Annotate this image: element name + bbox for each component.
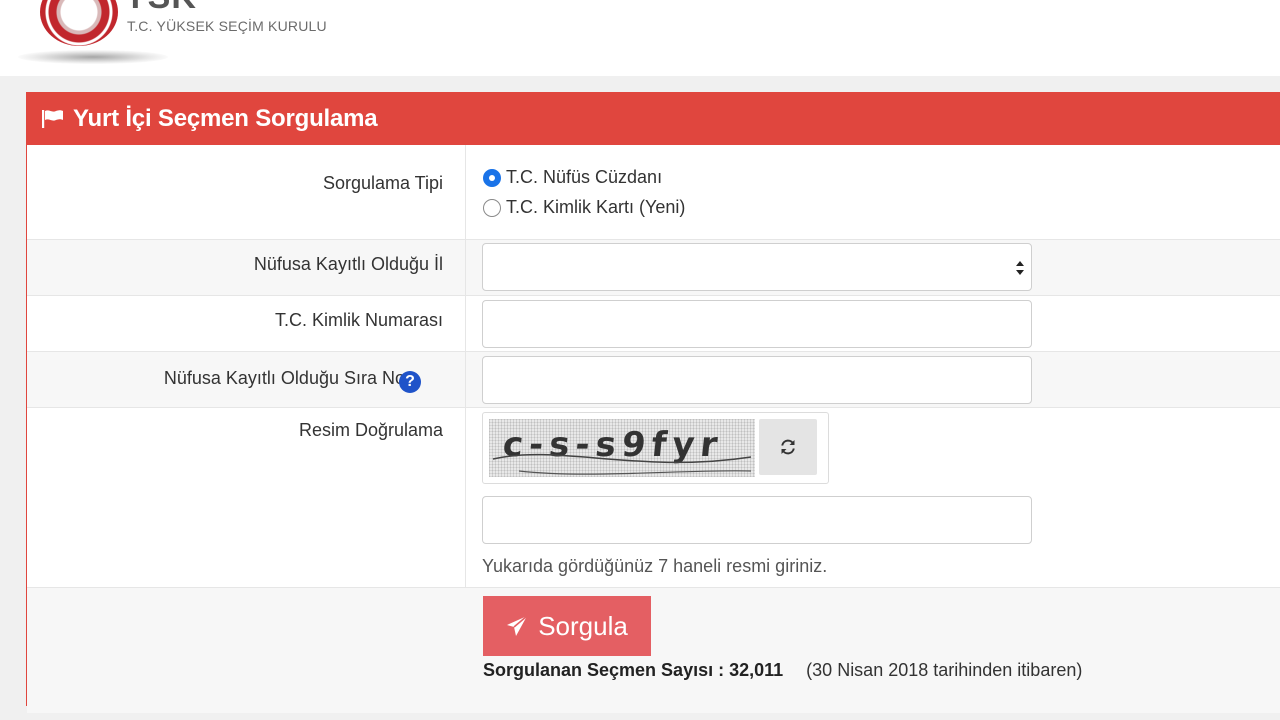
radio-option-kimlik-karti[interactable]: T.C. Kimlik Kartı (Yeni): [483, 197, 685, 218]
captcha-noise-lines: [492, 453, 752, 475]
province-field: [465, 240, 1280, 295]
captcha-input[interactable]: [482, 496, 1032, 544]
paper-plane-icon: [507, 615, 528, 636]
tc-number-input[interactable]: [482, 300, 1032, 348]
ysk-seal-logo[interactable]: [40, 0, 118, 46]
captcha-field: c-s-s9fyr Yukarıda gördüğünüz 7 haneli r…: [465, 408, 1280, 587]
captcha-refresh-button[interactable]: [759, 419, 817, 475]
sorgula-button[interactable]: Sorgula: [483, 596, 651, 656]
voter-query-panel: Yurt İçi Seçmen Sorgulama Sorgulama Tipi…: [26, 92, 1280, 713]
captcha-label: Resim Doğrulama: [298, 420, 443, 440]
logo-shadow: [18, 50, 168, 64]
queried-voter-count: Sorgulanan Seçmen Sayısı : 32,011 (30 Ni…: [483, 660, 1082, 681]
panel-heading: Yurt İçi Seçmen Sorgulama: [27, 93, 1280, 145]
submit-row: Sorgula Sorgulanan Seçmen Sayısı : 32,01…: [27, 588, 1280, 713]
select-arrows-icon: [1016, 261, 1024, 275]
tc-number-field: [465, 296, 1280, 351]
radio-kimlik-karti[interactable]: [483, 198, 501, 217]
query-type-label: Sorgulama Tipi: [322, 173, 443, 193]
queried-voter-count-label: Sorgulanan Seçmen Sayısı : 32,011: [483, 660, 784, 680]
province-row: Nüfusa Kayıtlı Olduğu İl: [27, 240, 1280, 296]
site-header: YSK T.C. YÜKSEK SEÇİM KURULU: [0, 0, 1280, 76]
query-type-field: T.C. Nüfüs Cüzdanı T.C. Kimlik Kartı (Ye…: [465, 145, 1280, 239]
question-circle-icon[interactable]: ?: [399, 371, 421, 393]
submit-field: Sorgula Sorgulanan Seçmen Sayısı : 32,01…: [465, 588, 1280, 713]
sorgula-button-label[interactable]: Sorgula: [538, 611, 628, 642]
refresh-icon: [781, 439, 795, 455]
captcha-frame: c-s-s9fyr: [482, 412, 829, 484]
queried-voter-count-note: (30 Nisan 2018 tarihinden itibaren): [806, 660, 1083, 680]
captcha-hint: Yukarıda gördüğünüz 7 haneli resmi girin…: [482, 556, 828, 576]
sequence-no-row: Nüfusa Kayıtlı Olduğu Sıra No ?: [27, 352, 1280, 408]
radio-nufus-cuzdani-label[interactable]: T.C. Nüfüs Cüzdanı: [506, 167, 662, 188]
logo-abbreviation[interactable]: YSK: [124, 0, 197, 17]
province-select[interactable]: [482, 243, 1032, 291]
province-label: Nüfusa Kayıtlı Olduğu İl: [253, 254, 443, 274]
radio-kimlik-karti-label[interactable]: T.C. Kimlik Kartı (Yeni): [506, 197, 685, 218]
captcha-row: Resim Doğrulama c-s-s9fyr Yukarıda gördü…: [27, 408, 1280, 588]
tc-number-label: T.C. Kimlik Numarası: [274, 310, 443, 330]
radio-nufus-cuzdani[interactable]: [483, 168, 501, 187]
logo-institution-name[interactable]: T.C. YÜKSEK SEÇİM KURULU: [127, 18, 327, 34]
query-type-row: Sorgulama Tipi T.C. Nüfüs Cüzdanı T.C. K…: [27, 145, 1280, 240]
sequence-no-field: [465, 352, 1280, 407]
radio-option-nufus-cuzdani[interactable]: T.C. Nüfüs Cüzdanı: [483, 167, 662, 188]
sequence-no-input[interactable]: [482, 356, 1032, 404]
flag-icon: [42, 110, 63, 128]
submit-row-spacer: [27, 588, 465, 713]
panel-title: Yurt İçi Seçmen Sorgulama: [73, 105, 378, 132]
captcha-image: c-s-s9fyr: [489, 419, 755, 477]
tc-number-row: T.C. Kimlik Numarası: [27, 296, 1280, 352]
